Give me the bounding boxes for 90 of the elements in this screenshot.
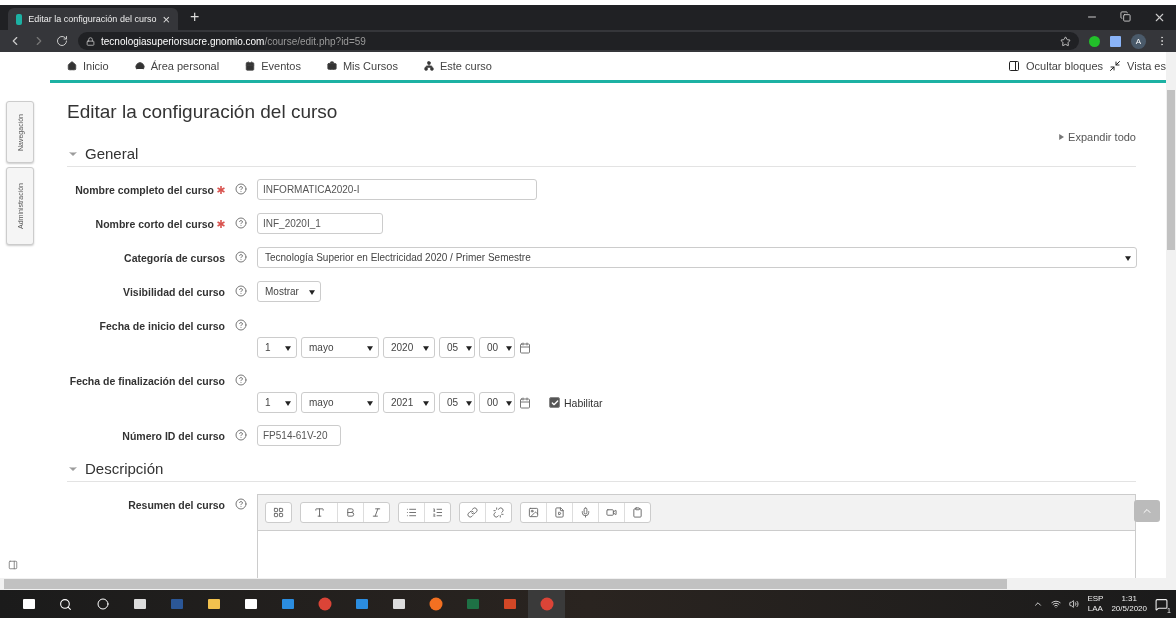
field-label: Número ID del curso bbox=[121, 429, 225, 442]
nav-link[interactable]: Eventos bbox=[245, 60, 301, 72]
dropdown-arrow-icon bbox=[367, 344, 373, 351]
dock-icon[interactable] bbox=[8, 560, 18, 570]
help-icon[interactable] bbox=[235, 183, 247, 195]
help-icon[interactable] bbox=[235, 429, 247, 441]
profile-avatar[interactable]: A bbox=[1131, 33, 1146, 49]
dropdown-arrow-icon bbox=[285, 399, 291, 406]
date-select[interactable]: 00 bbox=[479, 337, 515, 358]
compress-icon bbox=[1109, 60, 1122, 72]
dropdown-arrow-icon bbox=[309, 288, 315, 295]
field-label: Fecha de inicio del curso bbox=[98, 319, 225, 332]
expand-arrow-icon bbox=[1058, 134, 1065, 140]
date-select[interactable]: 1 bbox=[257, 392, 297, 413]
dropdown-arrow-icon bbox=[506, 344, 513, 351]
field-label: Visibilidad del curso bbox=[122, 285, 225, 298]
date-select[interactable]: 2021 bbox=[383, 392, 435, 413]
tab-close[interactable]: × bbox=[162, 12, 170, 26]
checkbox-label: Habilitar bbox=[564, 396, 603, 409]
date-select[interactable]: 05 bbox=[439, 392, 475, 413]
language-indicator[interactable]: ESP LAA bbox=[1087, 594, 1104, 614]
horizontal-scrollbar[interactable] bbox=[0, 578, 1176, 590]
field-label: Resumen del curso bbox=[127, 498, 225, 511]
help-icon[interactable] bbox=[235, 217, 247, 229]
date-select[interactable]: 05 bbox=[439, 337, 475, 358]
close-icon[interactable] bbox=[1153, 11, 1166, 24]
nav-link[interactable]: Este curso bbox=[423, 60, 492, 72]
windows-icon[interactable] bbox=[21, 597, 36, 611]
nav-link[interactable]: Inicio bbox=[67, 60, 109, 72]
dropdown-arrow-icon bbox=[423, 399, 429, 406]
extension-icon[interactable] bbox=[1089, 35, 1100, 47]
home-icon bbox=[67, 61, 77, 71]
calendar-icon[interactable] bbox=[519, 341, 531, 354]
vertical-scrollbar[interactable] bbox=[1166, 52, 1176, 578]
circle-icon[interactable] bbox=[96, 598, 109, 610]
select-field[interactable]: Tecnología Superior en Electricidad 2020 / Primer Semestre bbox=[257, 247, 1137, 268]
dropdown-arrow-icon bbox=[367, 399, 373, 406]
help-icon[interactable] bbox=[235, 374, 247, 386]
nav-link[interactable]: Mis Cursos bbox=[326, 60, 398, 72]
help-icon[interactable] bbox=[235, 498, 247, 510]
field-label: Nombre completo del curso bbox=[67, 179, 225, 196]
field-label: Fecha de finalización del curso bbox=[68, 374, 225, 387]
browser-tab[interactable]: Editar la configuración del curso × bbox=[8, 8, 178, 30]
expand-all-link[interactable]: Expandir todo bbox=[67, 131, 1136, 143]
text-field[interactable]: INFORMATICA2020-I bbox=[257, 179, 537, 200]
notification-icon[interactable] bbox=[1155, 597, 1168, 611]
help-icon[interactable] bbox=[235, 285, 247, 297]
hierarchy-icon bbox=[423, 61, 434, 71]
nav-link[interactable]: Ocultar bloques bbox=[1008, 60, 1104, 72]
nav-link[interactable]: Área personal bbox=[134, 60, 220, 72]
clock[interactable]: 1:31 20/5/2020 bbox=[1111, 594, 1147, 614]
dropdown-arrow-icon bbox=[423, 344, 429, 351]
checkbox[interactable] bbox=[549, 397, 560, 408]
field-label: Nombre corto del curso bbox=[67, 213, 225, 230]
new-tab-button[interactable]: + bbox=[190, 9, 200, 25]
text-field[interactable]: INF_2020I_1 bbox=[257, 213, 383, 234]
date-select[interactable]: 00 bbox=[479, 392, 515, 413]
date-select[interactable]: 1 bbox=[257, 337, 297, 358]
dropdown-arrow-icon bbox=[506, 399, 513, 406]
select-field[interactable]: Mostrar bbox=[257, 281, 321, 302]
sidebar-icon bbox=[1008, 60, 1020, 72]
dropdown-arrow-icon bbox=[466, 344, 473, 351]
nav-link[interactable]: Vista es bbox=[1109, 60, 1166, 72]
field-label: Categoría de cursos bbox=[123, 251, 225, 264]
date-select[interactable]: 2020 bbox=[383, 337, 435, 358]
lock-icon bbox=[86, 36, 95, 46]
help-icon[interactable] bbox=[235, 319, 247, 331]
document-extension-icon[interactable] bbox=[1110, 35, 1121, 47]
restore-icon[interactable] bbox=[1120, 11, 1131, 22]
gauge-icon bbox=[134, 61, 145, 71]
dropdown-arrow-icon bbox=[285, 344, 291, 351]
page-title: Editar la configuración del curso bbox=[67, 101, 339, 123]
network-icon[interactable] bbox=[1051, 599, 1062, 609]
calendar-icon bbox=[245, 61, 256, 71]
calendar-icon[interactable] bbox=[519, 396, 531, 409]
search-icon[interactable] bbox=[59, 597, 72, 611]
section-title[interactable]: General bbox=[85, 145, 139, 162]
dropdown-arrow-icon bbox=[466, 399, 473, 406]
text-field[interactable]: FP514-61V-20 bbox=[257, 425, 341, 446]
section-title[interactable]: Descripción bbox=[85, 460, 164, 477]
briefcase-icon bbox=[326, 61, 337, 71]
date-select[interactable]: mayo bbox=[301, 392, 379, 413]
reload-icon[interactable] bbox=[56, 35, 68, 47]
site-icon bbox=[16, 13, 23, 25]
help-icon[interactable] bbox=[235, 251, 247, 263]
date-select[interactable]: mayo bbox=[301, 337, 379, 358]
bookmark-star-icon[interactable] bbox=[1060, 35, 1071, 47]
address-bar[interactable]: tecnologiasuperiorsucre.gnomio.com/course/edit.php?id=59 bbox=[78, 32, 1079, 50]
dropdown-arrow-icon bbox=[1125, 254, 1131, 261]
volume-icon[interactable] bbox=[1069, 599, 1080, 609]
